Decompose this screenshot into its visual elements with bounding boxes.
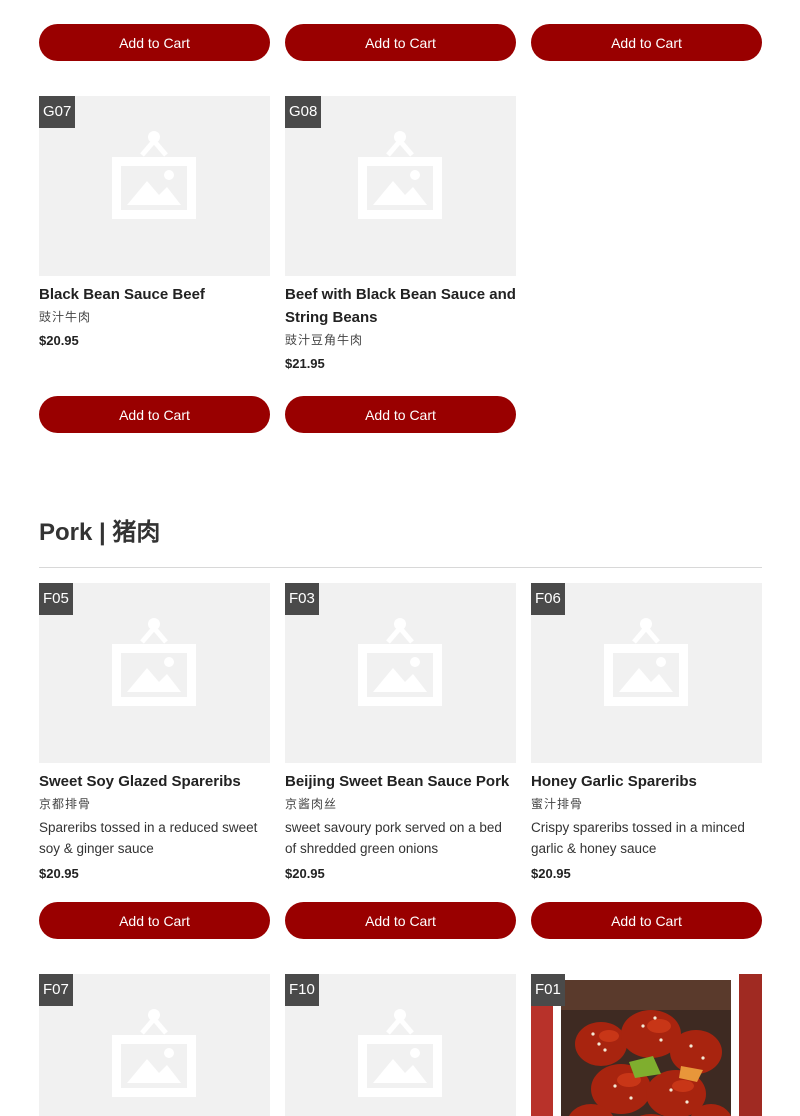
item-image[interactable]: G07 <box>39 96 270 276</box>
item-image[interactable]: F10 <box>285 974 516 1116</box>
item-description: Crispy spareribs tossed in a minced garl… <box>531 820 745 856</box>
add-to-cart-button[interactable]: Add to Cart <box>39 24 270 61</box>
item-chinese-name: 京酱肉丝 <box>285 797 338 811</box>
item-code-badge: F07 <box>39 974 73 1006</box>
item-image[interactable]: F07 <box>39 974 270 1116</box>
item-price: $20.95 <box>285 866 325 881</box>
item-price: $20.95 <box>531 866 571 881</box>
menu-item-card: F06 Honey Garlic Spareribs 蜜汁排骨 Crispy s… <box>531 583 762 883</box>
item-chinese-name: 京都排骨 <box>39 797 92 811</box>
item-chinese-name: 豉汁豆角牛肉 <box>285 333 364 347</box>
menu-item-card: F05 Sweet Soy Glazed Spareribs 京都排骨 Spar… <box>39 583 270 883</box>
menu-item-card: F01 <box>531 974 762 1116</box>
image-placeholder-icon <box>358 1009 442 1097</box>
item-name: Beef with Black Bean Sauce and String Be… <box>285 286 516 326</box>
menu-item-card: G07 Black Bean Sauce Beef 豉汁牛肉 $20.95 <box>39 96 270 350</box>
item-description: Spareribs tossed in a reduced sweet soy … <box>39 820 258 856</box>
item-chinese-name: 蜜汁排骨 <box>531 797 584 811</box>
menu-item-card: F10 <box>285 974 516 1116</box>
image-placeholder-icon <box>358 618 442 706</box>
item-code-badge: F01 <box>531 974 565 1006</box>
add-to-cart-button[interactable]: Add to Cart <box>285 396 516 433</box>
image-placeholder-icon <box>358 131 442 219</box>
item-code-badge: F03 <box>285 583 319 615</box>
section-divider <box>39 567 762 568</box>
add-to-cart-button[interactable]: Add to Cart <box>531 24 762 61</box>
item-code-badge: G07 <box>39 96 76 128</box>
add-to-cart-button[interactable]: Add to Cart <box>285 902 516 939</box>
add-to-cart-button[interactable]: Add to Cart <box>39 902 270 939</box>
item-name: Black Bean Sauce Beef <box>39 286 205 303</box>
item-image[interactable]: F05 <box>39 583 270 763</box>
item-description: sweet savoury pork served on a bed of sh… <box>285 820 502 856</box>
item-name: Sweet Soy Glazed Spareribs <box>39 773 241 790</box>
item-price: $21.95 <box>285 356 325 371</box>
item-price: $20.95 <box>39 333 79 348</box>
image-placeholder-icon <box>112 618 196 706</box>
item-image[interactable]: F03 <box>285 583 516 763</box>
item-code-badge: F06 <box>531 583 565 615</box>
item-code-badge: G08 <box>285 96 322 128</box>
item-name: Beijing Sweet Bean Sauce Pork <box>285 773 510 790</box>
food-photo[interactable]: F01 <box>531 974 762 1116</box>
menu-item-card: F03 Beijing Sweet Bean Sauce Pork 京酱肉丝 s… <box>285 583 516 883</box>
item-chinese-name: 豉汁牛肉 <box>39 310 92 324</box>
item-image[interactable]: F06 <box>531 583 762 763</box>
section-title: Pork | 猪肉 <box>39 519 161 546</box>
item-code-badge: F05 <box>39 583 73 615</box>
item-price: $20.95 <box>39 866 79 881</box>
food-photo-illustration <box>531 974 762 1116</box>
image-placeholder-icon <box>604 618 688 706</box>
image-placeholder-icon <box>112 131 196 219</box>
add-to-cart-button[interactable]: Add to Cart <box>285 24 516 61</box>
menu-item-card: G08 Beef with Black Bean Sauce and Strin… <box>285 96 516 373</box>
add-to-cart-button[interactable]: Add to Cart <box>531 902 762 939</box>
item-code-badge: F10 <box>285 974 319 1006</box>
item-image[interactable]: G08 <box>285 96 516 276</box>
image-placeholder-icon <box>112 1009 196 1097</box>
menu-item-card: F07 <box>39 974 270 1116</box>
add-to-cart-button[interactable]: Add to Cart <box>39 396 270 433</box>
item-name: Honey Garlic Spareribs <box>531 773 697 790</box>
